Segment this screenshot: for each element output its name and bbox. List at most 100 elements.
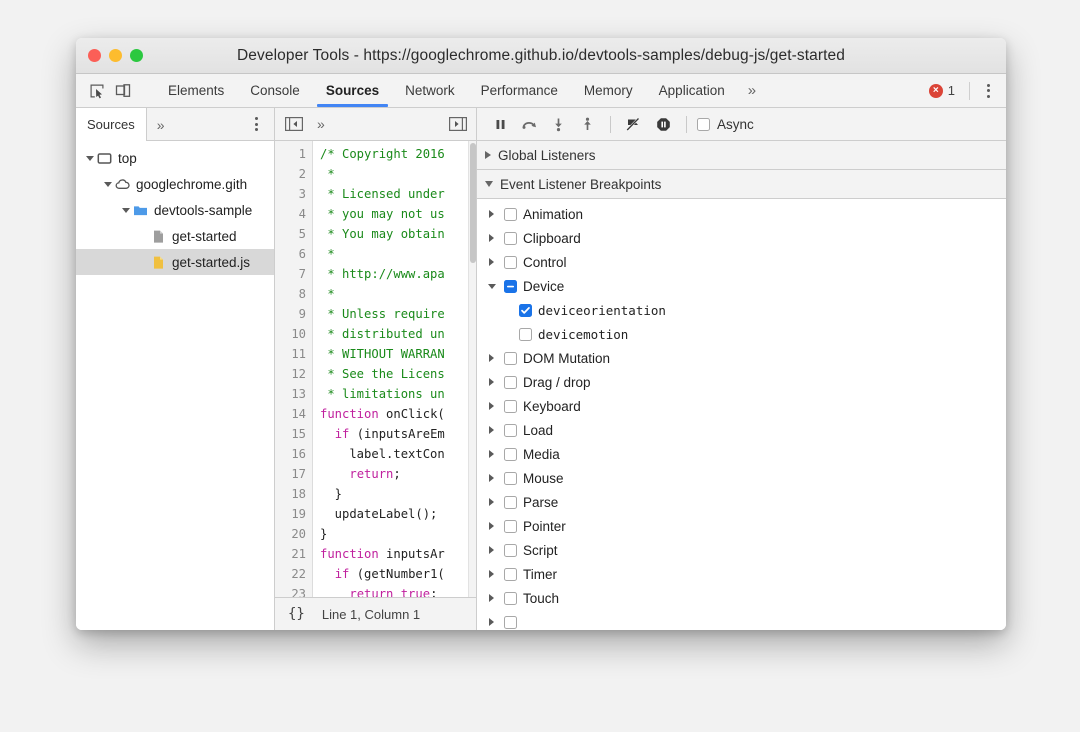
breakpoint-checkbox-animation[interactable]	[504, 207, 517, 221]
code-line[interactable]: }	[320, 524, 476, 544]
close-button[interactable]	[88, 49, 101, 62]
line-number[interactable]: 6	[275, 244, 306, 264]
breakpoint-checkbox-devicemotion[interactable]	[519, 327, 532, 341]
inspect-element-icon[interactable]	[86, 80, 108, 102]
file-tree-item-get-started[interactable]: get-started	[76, 223, 274, 249]
navigator-tab-sources[interactable]: Sources	[76, 108, 147, 141]
breakpoint-checkbox-media[interactable]	[504, 447, 517, 461]
source-code[interactable]: /* Copyright 2016 * * Licensed under * y…	[313, 141, 476, 597]
breakpoint-row-media[interactable]: Media	[477, 442, 1006, 466]
tree-twisty[interactable]	[485, 522, 498, 530]
show-navigator-panel-icon[interactable]	[284, 117, 303, 132]
line-number[interactable]: 14	[275, 404, 306, 424]
breakpoint-row-clipboard[interactable]: Clipboard	[477, 226, 1006, 250]
code-line[interactable]: *	[320, 164, 476, 184]
code-line[interactable]: if (getNumber1(	[320, 564, 476, 584]
editor-scrollbar[interactable]	[468, 141, 476, 597]
tab-console[interactable]: Console	[237, 74, 313, 107]
section-global-listeners[interactable]: Global Listeners	[477, 141, 1006, 170]
line-number[interactable]: 7	[275, 264, 306, 284]
breakpoint-checkbox-script[interactable]	[504, 543, 517, 557]
zoom-button[interactable]	[130, 49, 143, 62]
step-out-icon[interactable]	[574, 112, 600, 136]
code-line[interactable]: label.textCon	[320, 444, 476, 464]
step-into-icon[interactable]	[545, 112, 571, 136]
file-tree-item-devtools-sample[interactable]: devtools-sample	[76, 197, 274, 223]
tree-twisty[interactable]	[83, 155, 96, 161]
tree-twisty[interactable]	[485, 210, 498, 218]
tree-twisty[interactable]	[119, 207, 132, 213]
breakpoint-row-devicemotion[interactable]: devicemotion	[477, 322, 1006, 346]
breakpoint-row-partial[interactable]	[477, 610, 1006, 630]
line-number[interactable]: 10	[275, 324, 306, 344]
breakpoint-row-touch[interactable]: Touch	[477, 586, 1006, 610]
breakpoint-checkbox-mouse[interactable]	[504, 471, 517, 485]
kebab-menu-icon[interactable]	[978, 81, 998, 101]
code-line[interactable]: return;	[320, 464, 476, 484]
deactivate-breakpoints-icon[interactable]	[621, 112, 647, 136]
tree-twisty[interactable]	[485, 378, 498, 386]
breakpoint-row-device[interactable]: Device	[477, 274, 1006, 298]
code-line[interactable]: * you may not us	[320, 204, 476, 224]
code-line[interactable]: return true;	[320, 584, 476, 597]
line-number[interactable]: 17	[275, 464, 306, 484]
breakpoint-checkbox-deviceorientation[interactable]	[519, 303, 532, 317]
file-tree-item-top[interactable]: top	[76, 145, 274, 171]
breakpoint-row-pointer[interactable]: Pointer	[477, 514, 1006, 538]
code-line[interactable]: }	[320, 484, 476, 504]
breakpoint-checkbox-device[interactable]	[504, 279, 517, 293]
tree-twisty[interactable]	[485, 426, 498, 434]
tab-memory[interactable]: Memory	[571, 74, 646, 107]
breakpoint-row-control[interactable]: Control	[477, 250, 1006, 274]
error-badge[interactable]: × 1	[923, 83, 961, 98]
tab-performance[interactable]: Performance	[468, 74, 571, 107]
pause-icon[interactable]	[487, 112, 513, 136]
tree-twisty[interactable]	[485, 570, 498, 578]
breakpoint-checkbox-parse[interactable]	[504, 495, 517, 509]
line-number[interactable]: 23	[275, 584, 306, 597]
tree-twisty[interactable]	[485, 474, 498, 482]
code-line[interactable]: * Unless require	[320, 304, 476, 324]
tree-twisty[interactable]	[485, 402, 498, 410]
line-number[interactable]: 21	[275, 544, 306, 564]
step-over-icon[interactable]	[516, 112, 542, 136]
tree-twisty[interactable]	[485, 546, 498, 554]
breakpoint-row-keyboard[interactable]: Keyboard	[477, 394, 1006, 418]
minimize-button[interactable]	[109, 49, 122, 62]
tab-network[interactable]: Network	[392, 74, 468, 107]
tab-application[interactable]: Application	[646, 74, 738, 107]
line-number[interactable]: 3	[275, 184, 306, 204]
tree-twisty[interactable]	[485, 594, 498, 602]
code-line[interactable]: * Licensed under	[320, 184, 476, 204]
breakpoint-checkbox-dom-mutation[interactable]	[504, 351, 517, 365]
code-editor[interactable]: 1234567891011121314151617181920212223242…	[275, 141, 476, 597]
file-tree-item-get-started.js[interactable]: get-started.js	[76, 249, 274, 275]
code-line[interactable]: *	[320, 244, 476, 264]
code-line[interactable]: * WITHOUT WARRAN	[320, 344, 476, 364]
tree-twisty[interactable]	[485, 618, 498, 626]
line-number[interactable]: 20	[275, 524, 306, 544]
line-number[interactable]: 15	[275, 424, 306, 444]
line-number[interactable]: 5	[275, 224, 306, 244]
pretty-print-icon[interactable]: {}	[288, 606, 305, 622]
breakpoint-row-parse[interactable]: Parse	[477, 490, 1006, 514]
breakpoint-checkbox-partial[interactable]	[504, 615, 517, 629]
code-line[interactable]: updateLabel();	[320, 504, 476, 524]
scrollbar-thumb[interactable]	[470, 143, 476, 263]
breakpoint-checkbox-drag-drop[interactable]	[504, 375, 517, 389]
async-checkbox-box[interactable]	[697, 117, 710, 131]
breakpoint-checkbox-touch[interactable]	[504, 591, 517, 605]
more-tabs-icon[interactable]: »	[147, 108, 175, 141]
more-tabs-icon[interactable]: »	[738, 74, 766, 107]
breakpoint-checkbox-control[interactable]	[504, 255, 517, 269]
pause-on-exceptions-icon[interactable]	[650, 112, 676, 136]
file-tree-item-googlechrome.gith[interactable]: googlechrome.gith	[76, 171, 274, 197]
line-number[interactable]: 9	[275, 304, 306, 324]
tab-sources[interactable]: Sources	[313, 74, 392, 107]
code-line[interactable]: * See the Licens	[320, 364, 476, 384]
tree-twisty[interactable]	[485, 258, 498, 266]
breakpoint-checkbox-keyboard[interactable]	[504, 399, 517, 413]
tree-twisty[interactable]	[485, 234, 498, 242]
kebab-menu-icon[interactable]	[246, 114, 266, 134]
async-checkbox[interactable]: Async	[697, 117, 754, 132]
